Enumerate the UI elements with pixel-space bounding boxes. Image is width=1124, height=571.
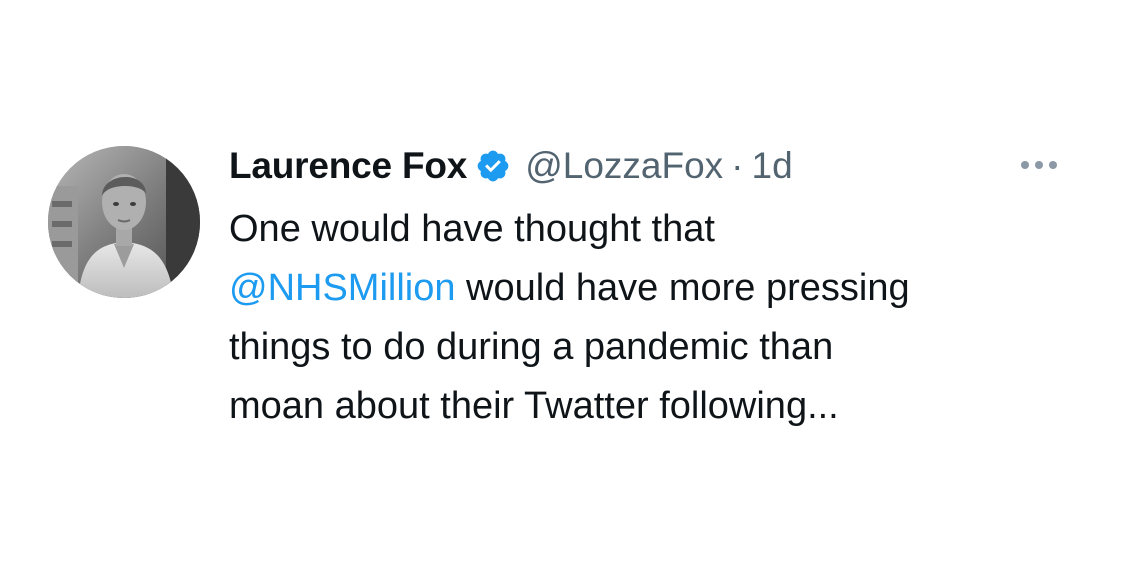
tweet-text-fragment: would have more pressing — [455, 267, 910, 309]
tweet-header: Laurence Fox @LozzaFox · 1d — [229, 140, 793, 192]
separator-dot: · — [731, 145, 744, 186]
handle[interactable]: @LozzaFox — [525, 145, 723, 187]
tweet-text: One would have thought that @NHSMillion … — [229, 200, 1089, 436]
display-name[interactable]: Laurence Fox — [229, 145, 467, 187]
verified-badge-icon — [475, 148, 511, 184]
timestamp[interactable]: 1d — [752, 145, 793, 187]
more-dot — [1049, 161, 1057, 169]
avatar[interactable] — [48, 146, 200, 298]
tweet-text-line: things to do during a pandemic than — [229, 326, 834, 368]
tweet-text-line: One would have thought that — [229, 208, 715, 250]
more-options-icon[interactable] — [1004, 150, 1074, 180]
profile-photo — [48, 146, 200, 298]
tweet-text-line: moan about their Twatter following... — [229, 385, 839, 427]
more-dot — [1021, 161, 1029, 169]
more-dot — [1035, 161, 1043, 169]
tweet-text-line: @NHSMillion would have more pressing — [229, 259, 1089, 318]
mention-link[interactable]: @NHSMillion — [229, 267, 456, 309]
tweet-card[interactable]: Laurence Fox @LozzaFox · 1d One would ha… — [0, 0, 1124, 571]
